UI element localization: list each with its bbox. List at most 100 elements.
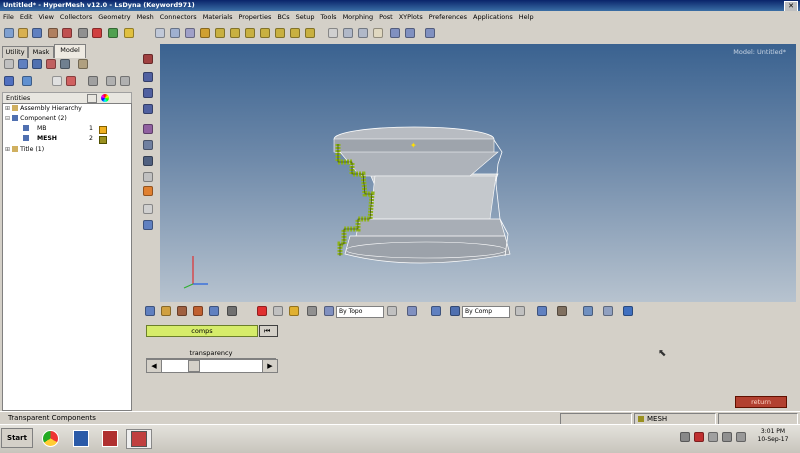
system-display-icon[interactable] xyxy=(209,306,219,316)
tab-utility[interactable]: Utility xyxy=(2,46,28,58)
plane-icon[interactable] xyxy=(583,306,593,316)
elem-display-icon[interactable] xyxy=(161,306,171,316)
menu-tools[interactable]: Tools xyxy=(318,11,340,21)
clock[interactable]: 3:01 PM 10-Sep-17 xyxy=(748,428,798,444)
id-column-icon[interactable] xyxy=(87,94,97,103)
element-icon[interactable] xyxy=(143,104,153,114)
clip-icon[interactable] xyxy=(603,306,613,316)
arrow-right-icon[interactable] xyxy=(405,28,415,38)
expand-icon[interactable] xyxy=(78,59,88,69)
list-item[interactable]: MESH 2 xyxy=(23,135,127,144)
tree-row-assembly[interactable]: ⊞ Assembly Hierarchy xyxy=(5,105,82,112)
feature-icon[interactable] xyxy=(143,124,153,134)
solid-mode-icon[interactable] xyxy=(537,306,547,316)
new-icon[interactable] xyxy=(4,28,14,38)
comp-icon[interactable] xyxy=(450,306,460,316)
hand-icon[interactable] xyxy=(373,28,383,38)
app-icon[interactable] xyxy=(99,429,119,447)
list-item[interactable]: MB 1 xyxy=(23,125,127,134)
arrow-icon[interactable] xyxy=(390,28,400,38)
tab-mask[interactable]: Mask xyxy=(28,46,54,58)
comp-select[interactable]: By Comp xyxy=(462,306,510,318)
cube-icon[interactable] xyxy=(4,76,14,86)
hypermesh-icon[interactable] xyxy=(126,429,152,449)
menu-geometry[interactable]: Geometry xyxy=(95,11,133,21)
shade-icon[interactable] xyxy=(143,54,153,64)
reset-button[interactable]: ⏮ xyxy=(259,325,278,337)
screen-icon[interactable] xyxy=(623,306,633,316)
label-icon[interactable] xyxy=(143,186,153,196)
menu-morphing[interactable]: Morphing xyxy=(340,11,377,21)
import-icon[interactable] xyxy=(48,28,58,38)
export-icon[interactable] xyxy=(62,28,72,38)
menu-mesh[interactable]: Mesh xyxy=(134,11,157,21)
load-display-icon[interactable] xyxy=(193,306,203,316)
pick-icon[interactable] xyxy=(227,306,237,316)
show-icon[interactable] xyxy=(18,59,28,69)
menu-collectors[interactable]: Collectors xyxy=(57,11,95,21)
pan-icon[interactable] xyxy=(170,28,180,38)
sphere-icon[interactable] xyxy=(143,156,153,166)
menu-applications[interactable]: Applications xyxy=(470,11,516,21)
pin-icon[interactable] xyxy=(307,306,317,316)
topo-icon[interactable] xyxy=(324,306,334,316)
topo-select[interactable]: By Topo xyxy=(336,306,384,318)
menu-edit[interactable]: Edit xyxy=(17,11,36,21)
tree-row-title[interactable]: ⊞ Title (1) xyxy=(5,146,44,153)
start-button[interactable]: Start xyxy=(1,428,33,448)
slider-thumb[interactable] xyxy=(188,360,200,372)
open-icon[interactable] xyxy=(18,28,28,38)
solid-icon[interactable] xyxy=(22,76,32,86)
spin-icon[interactable] xyxy=(425,28,435,38)
text-icon[interactable] xyxy=(143,204,153,214)
transparency-icon[interactable] xyxy=(143,140,153,150)
network-icon[interactable] xyxy=(680,432,690,442)
zoom-icon[interactable] xyxy=(155,28,165,38)
sync-icon[interactable] xyxy=(708,432,718,442)
wire-icon[interactable] xyxy=(143,72,153,82)
color-swatch[interactable] xyxy=(99,126,107,134)
slider-left-icon[interactable]: ◀ xyxy=(147,360,162,372)
preferences-icon[interactable] xyxy=(108,28,118,38)
eye-icon[interactable] xyxy=(88,76,98,86)
cursor-icon[interactable] xyxy=(52,76,62,86)
frame-icon[interactable] xyxy=(143,220,153,230)
help-icon[interactable] xyxy=(124,28,134,38)
front-view-icon[interactable] xyxy=(290,28,300,38)
menu-view[interactable]: View xyxy=(35,11,56,21)
right-view-icon[interactable] xyxy=(275,28,285,38)
isolate-icon[interactable] xyxy=(46,59,56,69)
menu-bcs[interactable]: BCs xyxy=(274,11,292,21)
reverse-icon[interactable] xyxy=(60,59,70,69)
display-icon[interactable] xyxy=(722,432,732,442)
left-view-icon[interactable] xyxy=(260,28,270,38)
menu-materials[interactable]: Materials xyxy=(200,11,236,21)
color-wheel-icon[interactable] xyxy=(101,94,109,102)
menu-setup[interactable]: Setup xyxy=(293,11,318,21)
delete-icon[interactable] xyxy=(92,28,102,38)
mesh-mode-icon[interactable] xyxy=(407,306,417,316)
comps-selector[interactable]: comps xyxy=(146,325,258,337)
word-icon[interactable] xyxy=(70,429,90,447)
lighting-icon[interactable] xyxy=(289,306,299,316)
menu-properties[interactable]: Properties xyxy=(235,11,274,21)
color-mode-icon[interactable] xyxy=(387,306,397,316)
comp-display-icon[interactable] xyxy=(145,306,155,316)
menu-post[interactable]: Post xyxy=(376,11,396,21)
fit-icon[interactable] xyxy=(200,28,210,38)
top-view-icon[interactable] xyxy=(230,28,240,38)
node-icon[interactable] xyxy=(143,172,153,182)
move-icon[interactable] xyxy=(358,28,368,38)
menu-help[interactable]: Help xyxy=(516,11,537,21)
grid-icon[interactable] xyxy=(515,306,525,316)
print-icon[interactable] xyxy=(78,28,88,38)
hide-icon[interactable] xyxy=(32,59,42,69)
geom-display-icon[interactable] xyxy=(177,306,187,316)
color-icon[interactable] xyxy=(66,76,76,86)
tab-model[interactable]: Model xyxy=(54,44,86,58)
cube-mode-icon[interactable] xyxy=(431,306,441,316)
volume-icon[interactable] xyxy=(736,432,746,442)
shell-mode-icon[interactable] xyxy=(557,306,567,316)
chrome-icon[interactable] xyxy=(40,429,60,447)
rotate-icon[interactable] xyxy=(185,28,195,38)
